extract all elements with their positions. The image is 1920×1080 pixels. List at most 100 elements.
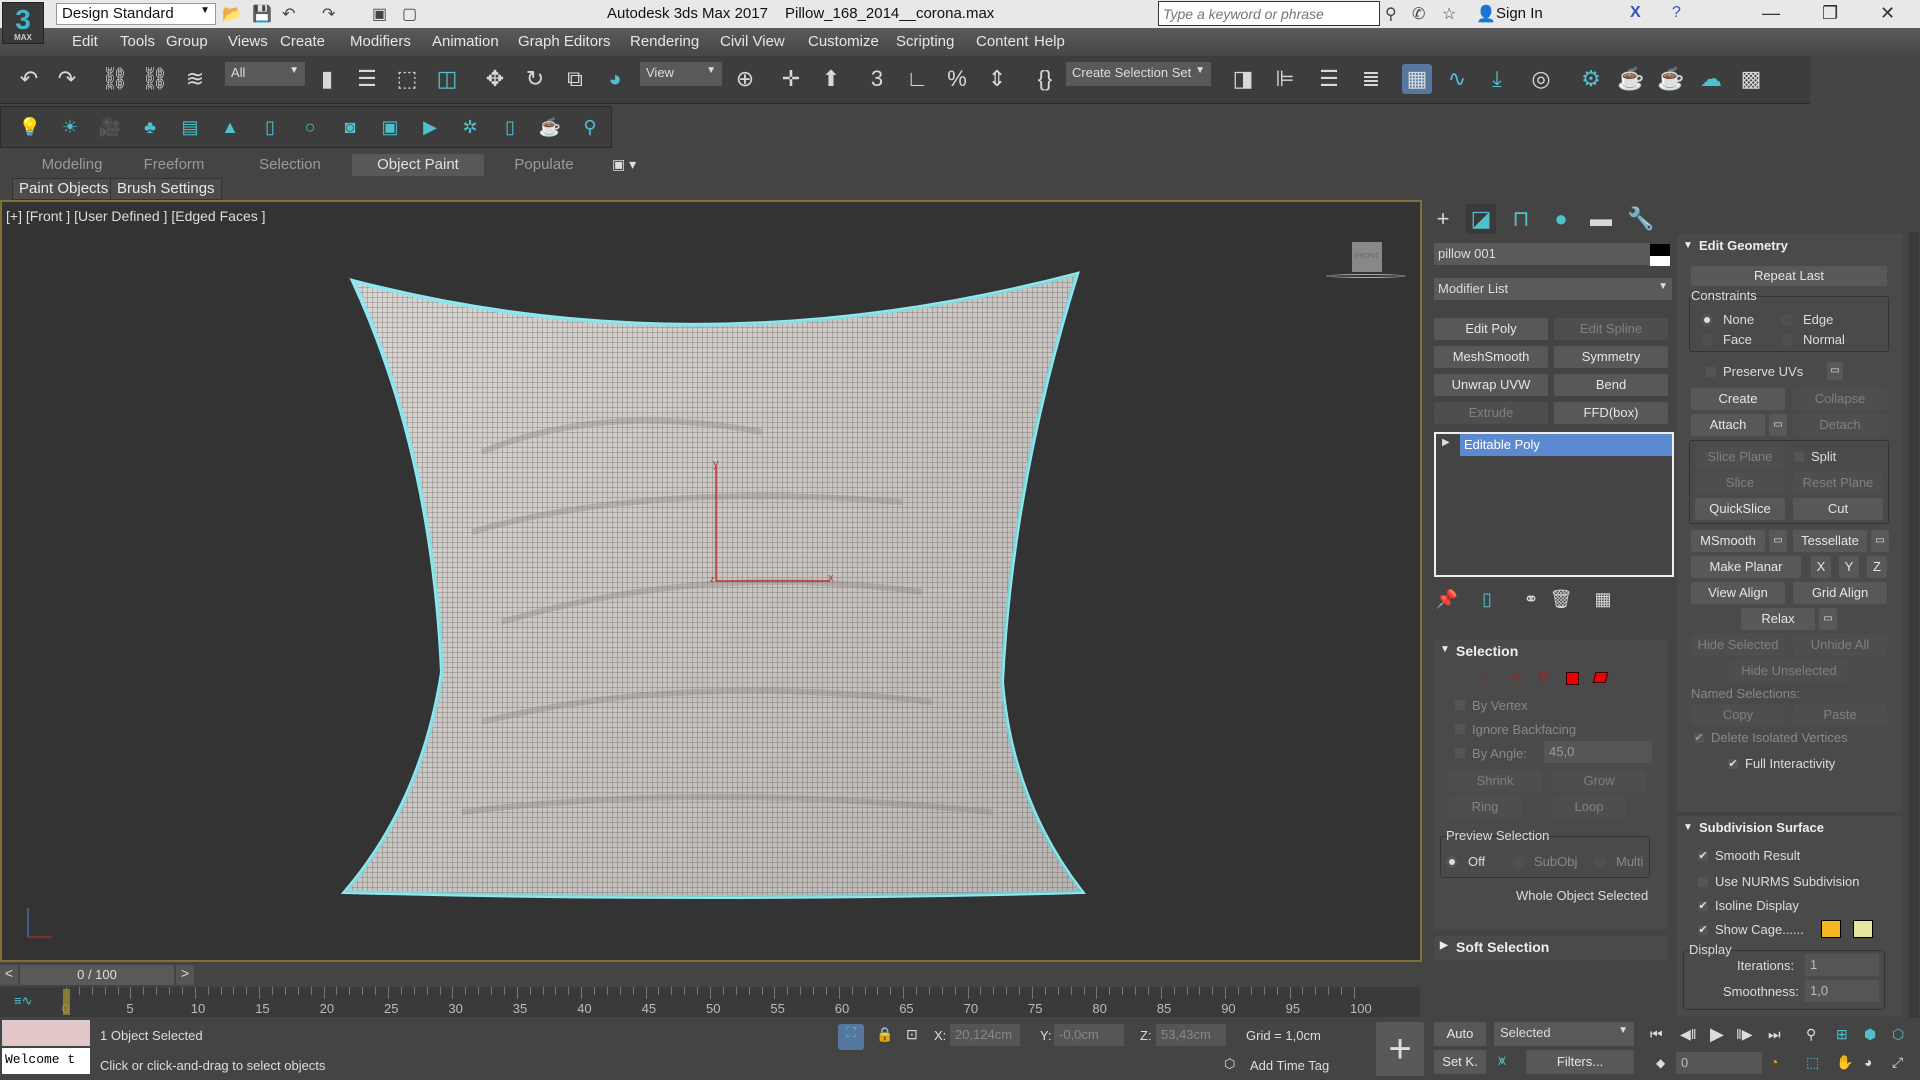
list-icon[interactable]: ▤ — [175, 112, 205, 142]
angle-snap-icon[interactable]: ∟ — [902, 64, 932, 94]
scene-explorer-icon[interactable]: ▦ — [1402, 64, 1432, 94]
subtab-paint-objects[interactable]: Paint Objects — [12, 178, 116, 200]
unlink-icon[interactable]: ⛓ — [140, 64, 170, 94]
make-planar-button[interactable]: Make Planar — [1691, 556, 1801, 578]
object-color-swatch[interactable] — [1650, 244, 1670, 266]
mini-curve-editor-icon[interactable]: ≡∿ — [14, 993, 32, 1009]
object-name-field[interactable]: pillow 001 — [1434, 243, 1650, 265]
repeat-last-button[interactable]: Repeat Last — [1691, 266, 1887, 286]
quickslice-button[interactable]: QuickSlice — [1695, 498, 1785, 520]
reference-coordinate-dropdown[interactable]: View ▼ — [640, 62, 722, 86]
link-icon[interactable]: ⛓ — [100, 64, 130, 94]
time-slider-thumb[interactable]: 0 / 100 — [20, 965, 174, 985]
msmooth-button[interactable]: MSmooth — [1691, 530, 1765, 552]
shrink-button[interactable]: Shrink — [1448, 770, 1542, 792]
render-frame-icon[interactable]: ▶ — [415, 112, 445, 142]
vertex-mode-icon[interactable]: ∵ — [1482, 668, 1491, 685]
iterations-spinner[interactable]: 1 — [1805, 954, 1879, 976]
tab-populate[interactable]: Populate — [494, 154, 594, 176]
bulb-icon[interactable]: ⚲ — [575, 112, 605, 142]
sun-icon[interactable]: ☀ — [55, 112, 85, 142]
selection-lock-icon[interactable]: 🔒 — [876, 1026, 893, 1043]
minimize-button[interactable]: — — [1762, 3, 1780, 24]
hide-selected-button[interactable]: Hide Selected — [1691, 634, 1785, 656]
menu-create[interactable]: Create — [280, 33, 325, 50]
constraint-normal-radio[interactable] — [1781, 334, 1793, 346]
toggle-ribbon-icon[interactable]: ≣ — [1356, 64, 1386, 94]
add-time-tag-button[interactable]: Add Time Tag — [1250, 1058, 1329, 1073]
material-editor-icon[interactable]: ◎ — [1526, 64, 1556, 94]
time-slider[interactable]: < 0 / 100 > — [0, 963, 1420, 987]
current-frame-marker[interactable] — [63, 989, 70, 1015]
teapot-icon[interactable]: ☕ — [535, 112, 565, 142]
split-checkbox[interactable] — [1793, 451, 1805, 463]
next-key-icon[interactable]: ‖▶ — [1736, 1026, 1753, 1043]
constraint-none-radio[interactable] — [1701, 314, 1713, 326]
a360-gallery-icon[interactable]: ▩ — [1736, 64, 1766, 94]
window-crossing-icon[interactable]: ◫ — [432, 64, 462, 94]
torus-icon[interactable]: ○ — [295, 112, 325, 142]
soft-selection-rollout[interactable]: ▶ Soft Selection — [1434, 936, 1668, 960]
by-vertex-checkbox[interactable] — [1454, 699, 1466, 711]
smoothness-spinner[interactable]: 1,0 — [1805, 980, 1879, 1002]
key-mode-dropdown[interactable]: Selected ▼ — [1494, 1022, 1634, 1046]
tree-icon[interactable]: ▲ — [215, 112, 245, 142]
selection-filter-dropdown[interactable]: All ▼ — [225, 62, 305, 86]
unhide-all-button[interactable]: Unhide All — [1793, 634, 1887, 656]
binoculars-icon[interactable]: ⚲ — [1385, 4, 1397, 24]
subtab-brush-settings[interactable]: Brush Settings — [110, 178, 222, 200]
dope-sheet-icon[interactable]: ⤓ — [1482, 64, 1512, 94]
menu-customize[interactable]: Customize — [808, 33, 879, 50]
menu-animation[interactable]: Animation — [432, 33, 499, 50]
select-object-icon[interactable]: ▮ — [312, 64, 342, 94]
zoom-extents-icon[interactable]: ⬢ — [1864, 1026, 1876, 1043]
menu-scripting[interactable]: Scripting — [896, 33, 954, 50]
element-mode-icon[interactable] — [1592, 672, 1609, 683]
menu-modifiers[interactable]: Modifiers — [350, 33, 411, 50]
tessellate-button[interactable]: Tessellate — [1793, 530, 1867, 552]
sign-in-button[interactable]: Sign In — [1496, 5, 1543, 22]
reset-plane-button[interactable]: Reset Plane — [1793, 472, 1883, 494]
tab-object-paint[interactable]: Object Paint — [352, 154, 484, 176]
material-icon[interactable]: ◙ — [335, 112, 365, 142]
search-input[interactable] — [1158, 1, 1380, 26]
play-icon[interactable]: ▶ — [1710, 1024, 1724, 1045]
keyboard-shortcut-icon[interactable]: ⬆ — [816, 64, 846, 94]
camera-icon[interactable]: 🎥 — [95, 112, 125, 142]
key-mode-toggle-icon[interactable]: ◆ — [1656, 1056, 1665, 1070]
collapse-arrow-icon[interactable]: ▼ — [1683, 822, 1693, 833]
tab-modeling[interactable]: Modeling — [20, 154, 124, 176]
exchange-apps-icon[interactable]: X — [1630, 4, 1641, 22]
scale-icon[interactable]: ⧉ — [560, 64, 590, 94]
planar-x-button[interactable]: X — [1811, 556, 1831, 578]
mirror-icon[interactable]: ◨ — [1228, 64, 1258, 94]
create-tab-icon[interactable]: + — [1428, 204, 1458, 234]
ribbon-options-icon[interactable]: ▣ ▾ — [612, 156, 636, 173]
grid-align-button[interactable]: Grid Align — [1793, 582, 1887, 604]
motion-tab-icon[interactable]: ● — [1546, 204, 1576, 234]
isoline-display-checkbox[interactable]: ✔ — [1697, 900, 1709, 912]
modifier-stack[interactable]: Editable Poly ▶ — [1434, 432, 1674, 577]
redo-icon[interactable]: ↷ — [322, 4, 335, 24]
smooth-result-checkbox[interactable]: ✔ — [1697, 850, 1709, 862]
edit-named-sets-icon[interactable]: {} — [1030, 64, 1060, 94]
expand-arrow-icon[interactable]: ▶ — [1440, 940, 1448, 951]
go-to-end-icon[interactable]: ⏭ — [1768, 1026, 1781, 1043]
constraint-face-radio[interactable] — [1701, 334, 1713, 346]
utilities-tab-icon[interactable]: 🔧 — [1626, 204, 1656, 234]
attach-settings-button[interactable]: ▭ — [1769, 414, 1787, 436]
restore-button[interactable]: ❐ — [1822, 3, 1838, 24]
stack-item-editable-poly[interactable]: Editable Poly — [1460, 434, 1672, 456]
help-icon[interactable]: ? — [1672, 4, 1681, 22]
copy-named-selection-button[interactable]: Copy — [1691, 704, 1785, 726]
layer-explorer-icon[interactable]: ☰ — [1314, 64, 1344, 94]
go-to-start-icon[interactable]: ⏮ — [1650, 1026, 1663, 1043]
select-by-name-icon[interactable]: ☰ — [352, 64, 382, 94]
preserve-uvs-settings-button[interactable]: ▭ — [1827, 362, 1843, 380]
planar-y-button[interactable]: Y — [1839, 556, 1859, 578]
isolate-selection-icon[interactable]: ⛶ — [838, 1024, 864, 1050]
open-file-icon[interactable]: 📂 — [222, 4, 242, 24]
show-cage-checkbox[interactable]: ✔ — [1697, 924, 1709, 936]
menu-help[interactable]: Help — [1034, 33, 1065, 50]
modifier-list-dropdown[interactable]: Modifier List ▼ — [1434, 278, 1672, 300]
